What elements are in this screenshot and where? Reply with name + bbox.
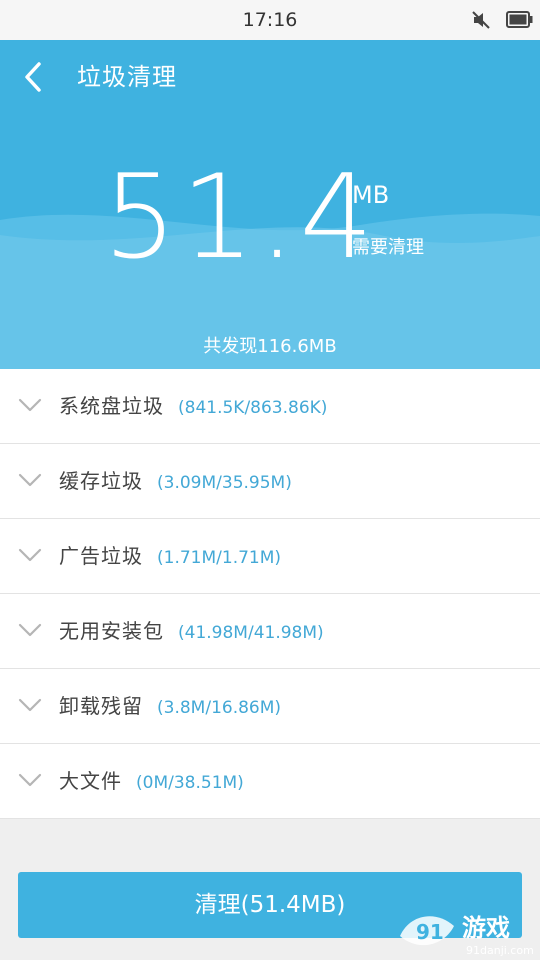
back-button[interactable] <box>10 54 56 100</box>
need-clean-label: 需要清理 <box>352 237 424 258</box>
junk-item-text: 卸载残留 (3.8M/16.86M) <box>59 669 281 743</box>
junk-item-name: 大文件 <box>59 769 122 793</box>
chevron-down-icon <box>18 473 42 487</box>
junk-item-uninstall-residue[interactable]: 卸载残留 (3.8M/16.86M) <box>0 669 540 744</box>
junk-amount: 51.4 <box>103 150 378 285</box>
mute-icon <box>472 11 490 29</box>
junk-item-cache[interactable]: 缓存垃圾 (3.09M/35.95M) <box>0 444 540 519</box>
junk-item-size: (41.98M/41.98M) <box>178 623 324 643</box>
junk-item-size: (1.71M/1.71M) <box>157 548 282 568</box>
junk-item-size: (3.8M/16.86M) <box>157 698 282 718</box>
page-title: 垃圾清理 <box>77 63 177 91</box>
chevron-down-icon <box>18 773 42 787</box>
watermark-text: 游戏 <box>462 914 510 942</box>
watermark-logo: 91 游戏 91danji.com <box>400 914 534 957</box>
junk-item-system-disk[interactable]: 系统盘垃圾 (841.5K/863.86K) <box>0 369 540 444</box>
junk-item-text: 大文件 (0M/38.51M) <box>59 744 244 818</box>
junk-item-large-files[interactable]: 大文件 (0M/38.51M) <box>0 744 540 819</box>
junk-category-list: 系统盘垃圾 (841.5K/863.86K) 缓存垃圾 (3.09M/35.95M)… <box>0 369 540 819</box>
junk-item-ads[interactable]: 广告垃圾 (1.71M/1.71M) <box>0 519 540 594</box>
junk-item-text: 无用安装包 (41.98M/41.98M) <box>59 594 324 668</box>
junk-item-size: (3.09M/35.95M) <box>157 473 292 493</box>
status-time: 17:16 <box>242 9 298 31</box>
chevron-down-icon <box>18 698 42 712</box>
chevron-down-icon <box>18 398 42 412</box>
junk-item-name: 无用安装包 <box>59 619 164 643</box>
chevron-left-icon <box>25 62 41 92</box>
status-bar: 17:16 <box>0 0 540 40</box>
junk-item-size: (0M/38.51M) <box>136 773 244 793</box>
battery-icon <box>506 11 533 28</box>
junk-item-text: 缓存垃圾 (3.09M/35.95M) <box>59 444 292 518</box>
junk-cleaner-screen: 17:16 垃圾清理 51.4 MB 需要清理 共发现116.6MB 系统盘垃圾… <box>0 0 540 960</box>
junk-item-name: 系统盘垃圾 <box>59 394 164 418</box>
found-total-label: 共发现116.6MB <box>203 336 337 357</box>
junk-item-size: (841.5K/863.86K) <box>178 398 328 418</box>
junk-item-text: 广告垃圾 (1.71M/1.71M) <box>59 519 281 593</box>
junk-item-apk[interactable]: 无用安装包 (41.98M/41.98M) <box>0 594 540 669</box>
junk-item-name: 缓存垃圾 <box>59 469 143 493</box>
junk-item-name: 广告垃圾 <box>59 544 143 568</box>
header-panel: 垃圾清理 51.4 MB 需要清理 共发现116.6MB <box>0 40 540 369</box>
chevron-down-icon <box>18 623 42 637</box>
watermark-site: 91danji.com <box>466 944 534 957</box>
junk-item-name: 卸载残留 <box>59 694 143 718</box>
junk-unit: MB <box>352 181 390 209</box>
junk-item-text: 系统盘垃圾 (841.5K/863.86K) <box>59 369 327 443</box>
svg-text:91: 91 <box>416 920 444 944</box>
chevron-down-icon <box>18 548 42 562</box>
